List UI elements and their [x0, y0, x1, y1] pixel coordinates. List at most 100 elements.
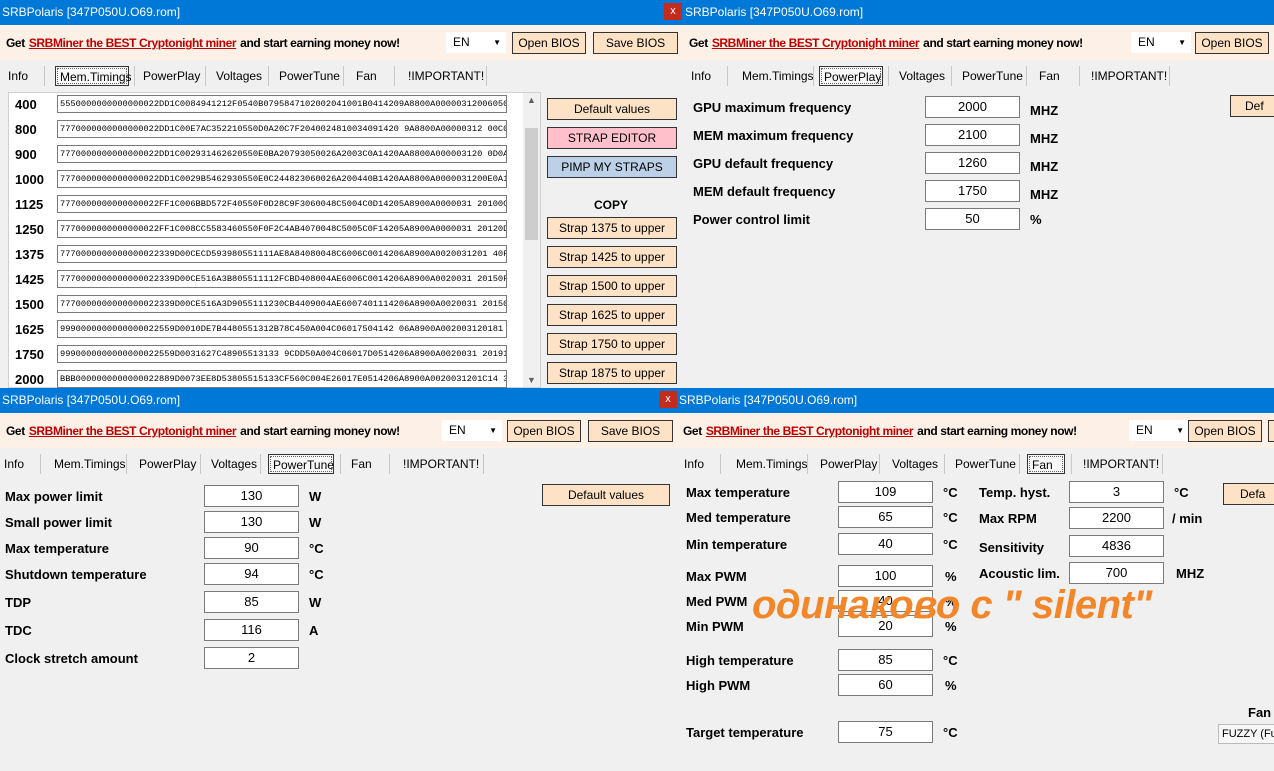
max-rpm-input[interactable]: 2200 [1069, 507, 1164, 529]
gpu-default-freq-input[interactable]: 1260 [925, 152, 1020, 174]
strap-value-input[interactable]: 7770000000000000022339D00CE516A3D9055111… [57, 295, 507, 313]
copy-strap-button[interactable]: Strap 1875 to upper [547, 362, 677, 384]
tab-powerplay[interactable]: PowerPlay [135, 454, 200, 474]
save-bios-button[interactable] [1268, 420, 1274, 442]
language-select[interactable]: EN ▼ [1129, 420, 1189, 441]
strap-value-input[interactable]: 9990000000000000022559D0010DE7B448055131… [57, 320, 507, 338]
default-values-button[interactable]: Def [1230, 95, 1274, 117]
sensitivity-input[interactable]: 4836 [1069, 535, 1164, 557]
default-values-button[interactable]: Defa [1223, 483, 1274, 505]
clock-stretch-amount-label: Clock stretch amount [5, 651, 138, 666]
strap-list-scrollbar[interactable]: ▲ ▼ [523, 93, 540, 387]
default-values-button[interactable]: Default values [542, 484, 670, 506]
tab-powertune[interactable]: PowerTune [958, 66, 1027, 86]
tab-fan[interactable]: Fan [352, 66, 381, 86]
tab-mem-timings[interactable]: Mem.Timings [50, 454, 130, 474]
tab-voltages[interactable]: Voltages [212, 66, 266, 86]
tab-info[interactable]: Info [680, 454, 708, 474]
mem-default-freq-input[interactable]: 1750 [925, 180, 1020, 202]
tab-mem-timings[interactable]: Mem.Timings [732, 454, 812, 474]
strap-value-input[interactable]: 7770000000000000022FF1C006BBD572F40550F0… [57, 195, 507, 213]
tdc-input[interactable]: 116 [204, 619, 299, 641]
promo-link[interactable]: SRBMiner the BEST Cryptonight miner [706, 424, 914, 438]
max-power-limit-input[interactable]: 130 [204, 485, 299, 507]
gpu-max-freq-label: GPU maximum frequency [693, 100, 852, 115]
tab-important[interactable]: !IMPORTANT! [1087, 66, 1171, 86]
power-control-limit-input[interactable]: 50 [925, 208, 1020, 230]
strap-value-input[interactable]: 7770000000000000022DD1C002931462620550E0… [57, 145, 507, 163]
tab-voltages[interactable]: Voltages [895, 66, 949, 86]
mem-max-freq-input[interactable]: 2100 [925, 124, 1020, 146]
strap-list[interactable]: 400 5550000000000000022DD1C0084941212F054… [8, 92, 541, 388]
clock-stretch-amount-input[interactable]: 2 [204, 647, 299, 669]
copy-strap-button[interactable]: Strap 1750 to upper [547, 333, 677, 355]
strap-value-input[interactable]: 5550000000000000022DD1C0084941212F0540B0… [57, 95, 507, 113]
copy-strap-button[interactable]: Strap 1375 to upper [547, 217, 677, 239]
shutdown-temperature-input[interactable]: 94 [204, 563, 299, 585]
copy-strap-button[interactable]: Strap 1500 to upper [547, 275, 677, 297]
default-values-button[interactable]: Default values [547, 98, 677, 120]
tab-powertune[interactable]: PowerTune [268, 454, 334, 474]
strap-value-input[interactable]: BBB0000000000000022889D0073EE8D538055151… [57, 370, 507, 388]
tab-info[interactable]: Info [4, 66, 32, 86]
strap-value-input[interactable]: 7770000000000000022339D00CE516A3B8055111… [57, 270, 507, 288]
tab-mem-timings[interactable]: Mem.Timings [738, 66, 818, 86]
max-temperature-input[interactable]: 90 [204, 537, 299, 559]
fan-max-temperature-input[interactable]: 109 [838, 481, 933, 503]
high-temperature-input[interactable]: 85 [838, 649, 933, 671]
promo-link[interactable]: SRBMiner the BEST Cryptonight miner [712, 36, 920, 50]
strap-value-input[interactable]: 7770000000000000022DD1C00E7AC352210550D0… [57, 120, 507, 138]
copy-strap-button[interactable]: Strap 1625 to upper [547, 304, 677, 326]
tab-powertune[interactable]: PowerTune [275, 66, 344, 86]
save-bios-button[interactable]: Save BIOS [588, 420, 673, 442]
gpu-max-freq-input[interactable]: 2000 [925, 96, 1020, 118]
high-pwm-input[interactable]: 60 [838, 674, 933, 696]
tab-powertune[interactable]: PowerTune [951, 454, 1020, 474]
pimp-my-straps-button[interactable]: PIMP MY STRAPS [547, 156, 677, 178]
tab-fan[interactable]: Fan [1035, 66, 1064, 86]
temp-hyst-input[interactable]: 3 [1069, 481, 1164, 503]
language-select[interactable]: EN ▼ [446, 32, 506, 53]
strap-editor-button[interactable]: STRAP EDITOR [547, 127, 677, 149]
tab-info[interactable]: Info [0, 454, 28, 474]
strap-value-input[interactable]: 7770000000000000022339D00CECD59398055111… [57, 245, 507, 263]
strap-value-input[interactable]: 7770000000000000022DD1C0029B5462930550E0… [57, 170, 507, 188]
copy-strap-button[interactable]: Strap 1425 to upper [547, 246, 677, 268]
language-select[interactable]: EN ▼ [1131, 32, 1191, 53]
promo-link[interactable]: SRBMiner the BEST Cryptonight miner [29, 424, 237, 438]
language-select[interactable]: EN ▼ [442, 420, 502, 441]
tab-mem-timings[interactable]: Mem.Timings [55, 66, 132, 86]
fan-med-temperature-input[interactable]: 65 [838, 506, 933, 528]
promo-link[interactable]: SRBMiner the BEST Cryptonight miner [29, 36, 237, 50]
save-bios-button[interactable]: Save BIOS [593, 32, 678, 54]
close-button[interactable]: x [659, 391, 677, 408]
close-button[interactable]: x [664, 3, 682, 20]
small-power-limit-input[interactable]: 130 [204, 511, 299, 533]
tab-fan[interactable]: Fan [347, 454, 376, 474]
strap-value-input[interactable]: 9990000000000000022559D0031627C489055131… [57, 345, 507, 363]
open-bios-button[interactable]: Open BIOS [1195, 32, 1269, 54]
chevron-up-icon[interactable]: ▲ [523, 95, 540, 105]
strap-value-input[interactable]: 7770000000000000022FF1C008CC5583460550F0… [57, 220, 507, 238]
tab-powerplay[interactable]: PowerPlay [819, 66, 883, 86]
acoustic-limit-input[interactable]: 700 [1069, 562, 1164, 584]
tdp-input[interactable]: 85 [204, 591, 299, 613]
tab-important[interactable]: !IMPORTANT! [1079, 454, 1163, 474]
scrollbar-thumb[interactable] [525, 128, 538, 240]
tab-voltages[interactable]: Voltages [207, 454, 261, 474]
tab-powerplay[interactable]: PowerPlay [139, 66, 204, 86]
tab-fan[interactable]: Fan [1027, 454, 1065, 474]
open-bios-button[interactable]: Open BIOS [512, 32, 586, 54]
open-bios-button[interactable]: Open BIOS [1188, 420, 1262, 442]
chevron-down-icon[interactable]: ▼ [523, 375, 540, 385]
fan-min-temperature-input[interactable]: 40 [838, 533, 933, 555]
tab-separator [134, 66, 135, 86]
open-bios-button[interactable]: Open BIOS [507, 420, 581, 442]
target-temperature-input[interactable]: 75 [838, 721, 933, 743]
tab-voltages[interactable]: Voltages [888, 454, 942, 474]
tab-powerplay[interactable]: PowerPlay [816, 454, 881, 474]
tab-important[interactable]: !IMPORTANT! [404, 66, 488, 86]
tab-important[interactable]: !IMPORTANT! [399, 454, 483, 474]
fan-mode-select[interactable]: FUZZY (Fu [1218, 724, 1274, 744]
tab-info[interactable]: Info [687, 66, 715, 86]
